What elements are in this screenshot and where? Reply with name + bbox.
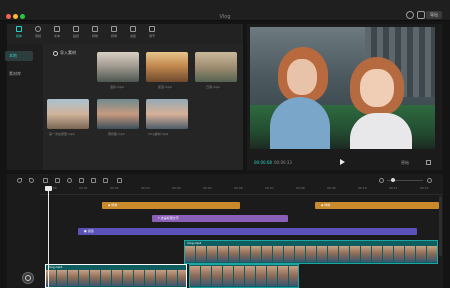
ruler-tick: 00:09 xyxy=(327,186,336,190)
play-icon[interactable] xyxy=(340,159,345,165)
media-thumbnail-label: Vlog素材.mp4 xyxy=(148,132,169,136)
media-thumbnail[interactable] xyxy=(195,52,237,82)
shortcut-icon[interactable] xyxy=(406,11,414,19)
tab-text[interactable]: 文本 xyxy=(47,26,67,38)
media-thumbnail-label: 街道.mp4 xyxy=(158,85,172,89)
person-face xyxy=(360,69,394,107)
ruler-tick: 00:07 xyxy=(265,186,274,190)
ruler-tick: 00:08 xyxy=(296,186,305,190)
clip-frames xyxy=(185,246,437,262)
clip-frames xyxy=(46,270,186,286)
camera-icon xyxy=(25,275,31,281)
crop-icon[interactable] xyxy=(117,178,122,183)
filter-clip[interactable]: ● 滤镜 xyxy=(78,228,417,235)
tab-transition[interactable]: 转场 xyxy=(104,26,124,38)
maximize-window-button[interactable] xyxy=(20,14,25,19)
settings-icon[interactable] xyxy=(417,11,425,19)
tab-effects[interactable]: 特效 xyxy=(85,26,105,38)
aspect-ratio-button[interactable]: 原始 xyxy=(401,160,409,166)
ruler-tick: 00:01 xyxy=(79,186,88,190)
plus-icon xyxy=(53,50,58,56)
effect-clip[interactable]: ◆ 特效 xyxy=(102,202,240,209)
clip-frames xyxy=(190,266,298,286)
media-thumbnail[interactable] xyxy=(47,99,89,129)
split-icon[interactable] xyxy=(43,178,48,183)
reverse-icon[interactable] xyxy=(79,178,84,183)
redo-icon[interactable] xyxy=(29,178,34,183)
ruler-tick: 00:11 xyxy=(389,186,398,190)
tab-filter[interactable]: 滤镜 xyxy=(123,26,143,38)
ruler-tick: 00:04 xyxy=(172,186,181,190)
person-top xyxy=(350,113,412,149)
media-thumbnail-label: 温泉.mp4 xyxy=(110,85,124,89)
tab-audio[interactable]: 音频 xyxy=(28,26,48,38)
tab-sticker[interactable]: 贴纸 xyxy=(66,26,86,38)
media-thumbnail[interactable] xyxy=(97,99,139,129)
media-thumbnail-label: 黄昏路.mp4 xyxy=(108,132,125,136)
filter-icon xyxy=(130,26,136,32)
media-thumbnail[interactable] xyxy=(146,52,188,82)
current-timecode: 00:00:08 xyxy=(254,160,272,165)
main-video-clip[interactable]: Vlog.mp4 xyxy=(45,264,187,288)
media-category-sidebar xyxy=(7,44,43,170)
ruler-tick: 00:06 xyxy=(234,186,243,190)
ruler-tick: 00:12 xyxy=(420,186,429,190)
effect-clip[interactable]: ◆ 特效 xyxy=(315,202,439,209)
media-thumbnail-label: 日落.mp4 xyxy=(206,85,220,89)
delete-icon[interactable] xyxy=(55,178,60,183)
zoom-in-icon[interactable] xyxy=(427,178,432,183)
zoom-out-icon[interactable] xyxy=(379,178,384,183)
export-button[interactable]: 导出 xyxy=(426,11,442,19)
transition-icon xyxy=(111,26,117,32)
video-clip[interactable]: Vlog.mp4 xyxy=(184,240,438,264)
ruler-tick: 00:10 xyxy=(358,186,367,190)
fullscreen-icon[interactable] xyxy=(426,160,431,165)
video-preview[interactable] xyxy=(250,27,435,149)
person-jacket xyxy=(270,97,330,149)
minimize-window-button[interactable] xyxy=(13,14,18,19)
tab-adjust[interactable]: 调节 xyxy=(142,26,162,38)
playhead[interactable] xyxy=(48,186,49,288)
audio-icon xyxy=(35,26,41,32)
media-icon xyxy=(16,26,22,32)
ruler-tick: 00:02 xyxy=(110,186,119,190)
media-thumbnail[interactable] xyxy=(146,99,188,129)
zoom-slider-thumb[interactable] xyxy=(391,178,395,182)
media-thumbnail-label: 第一次在家里.mp4 xyxy=(49,132,75,136)
app-title: Vlog xyxy=(219,14,231,20)
total-duration: 00:00:33 xyxy=(274,160,292,165)
close-window-button[interactable] xyxy=(6,14,11,19)
ruler-tick: 00:05 xyxy=(203,186,212,190)
tab-media[interactable]: 媒体 xyxy=(9,26,29,38)
effects-icon xyxy=(92,26,98,32)
sidebar-item-local[interactable]: 本地 xyxy=(5,51,33,61)
timeline-toolbar xyxy=(7,174,443,186)
text-clip[interactable]: T 这是标题文字 xyxy=(152,215,288,222)
ruler-tick: 00:03 xyxy=(141,186,150,190)
mirror-icon[interactable] xyxy=(91,178,96,183)
adjust-icon xyxy=(149,26,155,32)
freeze-icon[interactable] xyxy=(67,178,72,183)
sticker-icon xyxy=(73,26,79,32)
media-thumbnail[interactable] xyxy=(97,52,139,82)
undo-icon[interactable] xyxy=(17,178,22,183)
time-ruler[interactable]: 00:00 00:01 00:02 00:03 00:04 00:05 00:06 00:07… xyxy=(40,186,443,195)
video-clip[interactable] xyxy=(189,264,299,288)
person-face xyxy=(287,59,317,95)
rotate-icon[interactable] xyxy=(103,178,108,183)
sidebar-item-library[interactable]: 素材库 xyxy=(5,69,33,79)
playhead-handle[interactable] xyxy=(45,186,52,191)
text-icon xyxy=(54,26,60,32)
timeline-scrollbar[interactable] xyxy=(439,196,442,256)
